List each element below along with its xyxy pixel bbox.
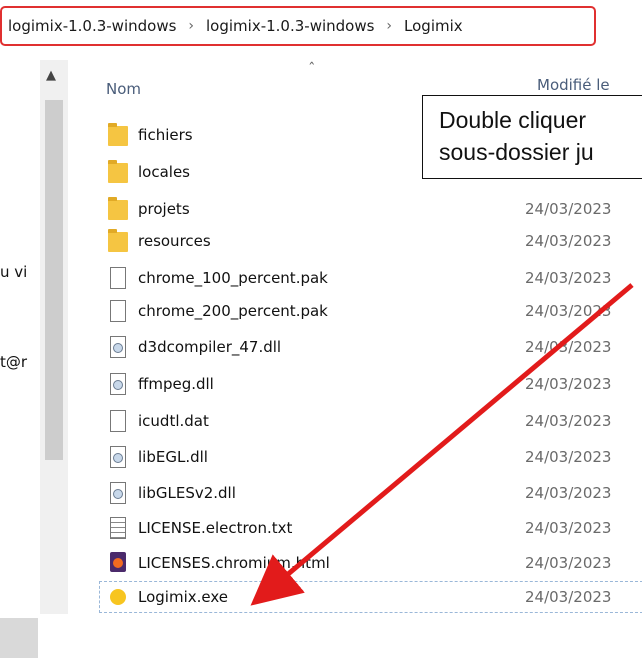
file-name: projets — [138, 200, 190, 218]
navigation-scrollbar[interactable]: ▲ — [40, 60, 68, 614]
dll-icon — [108, 336, 128, 358]
html-file-icon — [108, 552, 128, 574]
scroll-up-icon[interactable]: ▲ — [46, 68, 56, 83]
list-item[interactable]: LICENSES.chromium.html 24/03/2023 — [100, 548, 642, 578]
file-date: 24/03/2023 — [525, 519, 612, 537]
breadcrumb-separator-icon: › — [386, 18, 393, 34]
file-date: 24/03/2023 — [525, 554, 612, 572]
list-item[interactable]: icudtl.dat 24/03/2023 — [100, 406, 642, 436]
file-name: resources — [138, 232, 211, 250]
folder-icon — [108, 229, 128, 252]
nav-pane-text[interactable]: u vi — [0, 263, 27, 281]
file-date: 24/03/2023 — [525, 200, 612, 218]
sort-ascending-icon: ˆ — [308, 60, 316, 78]
column-header-name[interactable]: Nom — [106, 80, 141, 98]
file-date: 24/03/2023 — [525, 484, 612, 502]
folder-icon — [108, 197, 128, 220]
file-name: LICENSE.electron.txt — [138, 519, 293, 537]
column-header-modified[interactable]: Modifié le — [537, 76, 610, 94]
annotation-line-1: Double cliquer — [439, 107, 587, 133]
file-date: 24/03/2023 — [525, 588, 612, 606]
exe-icon — [108, 586, 128, 608]
file-name: Logimix.exe — [138, 588, 228, 606]
list-item[interactable]: projets 24/03/2023 — [100, 194, 642, 224]
nav-pane-text[interactable]: t@r — [0, 353, 27, 371]
file-name: fichiers — [138, 126, 193, 144]
text-file-icon — [108, 517, 128, 539]
list-item[interactable]: libEGL.dll 24/03/2023 — [100, 442, 642, 472]
file-date: 24/03/2023 — [525, 412, 612, 430]
file-date: 24/03/2023 — [525, 269, 612, 287]
list-item[interactable]: libGLESv2.dll 24/03/2023 — [100, 478, 642, 508]
nav-pane-selected-item[interactable] — [0, 618, 38, 658]
list-item-selected[interactable]: Logimix.exe 24/03/2023 — [99, 581, 642, 613]
breadcrumb[interactable]: logimix-1.0.3-windows › logimix-1.0.3-wi… — [0, 6, 596, 46]
list-item[interactable]: chrome_100_percent.pak 24/03/2023 — [100, 263, 642, 293]
file-date: 24/03/2023 — [525, 232, 612, 250]
scrollbar-thumb[interactable] — [45, 100, 63, 460]
file-name: locales — [138, 163, 190, 181]
file-name: libEGL.dll — [138, 448, 208, 466]
breadcrumb-segment-3[interactable]: Logimix — [404, 17, 463, 35]
list-item[interactable]: resources 24/03/2023 — [100, 226, 642, 256]
breadcrumb-segment-2[interactable]: logimix-1.0.3-windows — [206, 17, 374, 35]
dll-icon — [108, 446, 128, 468]
file-name: ffmpeg.dll — [138, 375, 214, 393]
file-name: icudtl.dat — [138, 412, 209, 430]
list-item[interactable]: ffmpeg.dll 24/03/2023 — [100, 369, 642, 399]
address-bar: logimix-1.0.3-windows › logimix-1.0.3-wi… — [0, 0, 642, 60]
file-name: d3dcompiler_47.dll — [138, 338, 282, 356]
folder-icon — [108, 123, 128, 146]
file-name: chrome_100_percent.pak — [138, 269, 328, 287]
file-date: 24/03/2023 — [525, 338, 612, 356]
breadcrumb-segment-1[interactable]: logimix-1.0.3-windows — [8, 17, 176, 35]
file-name: libGLESv2.dll — [138, 484, 236, 502]
dll-icon — [108, 373, 128, 395]
file-name: LICENSES.chromium.html — [138, 554, 330, 572]
list-item[interactable]: LICENSE.electron.txt 24/03/2023 — [100, 513, 642, 543]
file-name: chrome_200_percent.pak — [138, 302, 328, 320]
folder-icon — [108, 160, 128, 183]
file-icon — [108, 300, 128, 322]
file-date: 24/03/2023 — [525, 375, 612, 393]
list-item[interactable]: chrome_200_percent.pak 24/03/2023 — [100, 296, 642, 326]
annotation-callout: Double cliquer sous-dossier ju — [422, 95, 642, 179]
file-icon — [108, 267, 128, 289]
annotation-line-2: sous-dossier ju — [439, 139, 594, 165]
file-date: 24/03/2023 — [525, 448, 612, 466]
dll-icon — [108, 482, 128, 504]
file-date: 24/03/2023 — [525, 302, 612, 320]
file-icon — [108, 410, 128, 432]
list-item[interactable]: d3dcompiler_47.dll 24/03/2023 — [100, 332, 642, 362]
breadcrumb-separator-icon: › — [188, 18, 195, 34]
